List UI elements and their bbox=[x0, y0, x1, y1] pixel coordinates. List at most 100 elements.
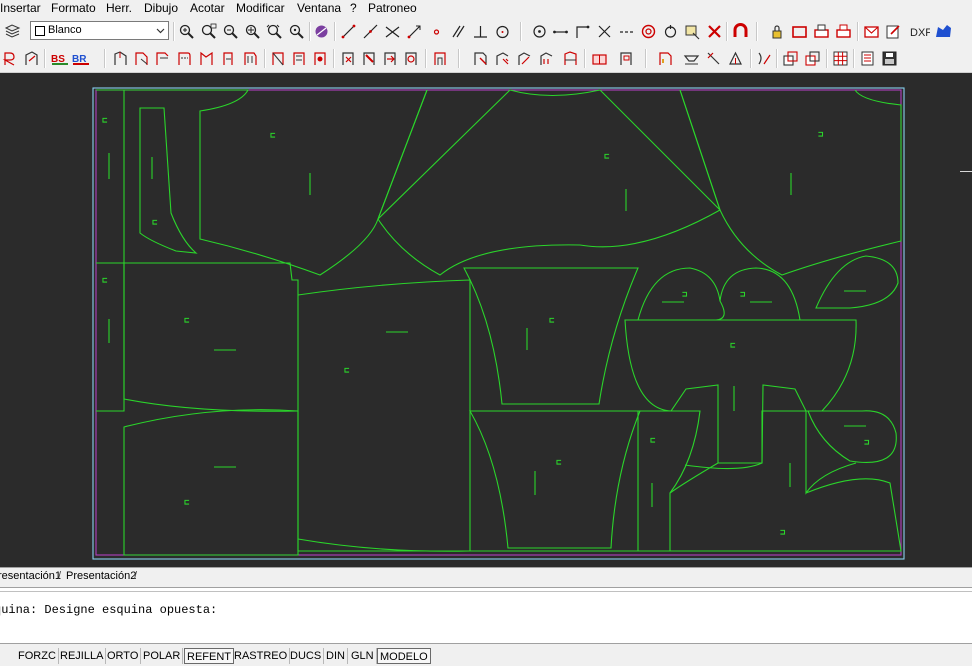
pleat-icon[interactable] bbox=[242, 50, 259, 67]
piece-rotate-icon[interactable] bbox=[403, 50, 420, 67]
menu-formato[interactable]: Formato bbox=[51, 1, 96, 16]
zoom-realtime-icon[interactable] bbox=[178, 23, 195, 40]
rotate-icon[interactable] bbox=[662, 23, 679, 40]
circle-three-point-icon[interactable] bbox=[494, 23, 511, 40]
pattern-piece-tab-b bbox=[716, 267, 801, 321]
status-refent[interactable]: REFENT bbox=[184, 648, 234, 664]
save-icon[interactable] bbox=[881, 50, 898, 67]
status-orto[interactable]: ORTO bbox=[105, 648, 142, 664]
arrange-icon[interactable] bbox=[756, 50, 773, 67]
seam-icon[interactable] bbox=[176, 50, 193, 67]
svg-text:⊏: ⊏ bbox=[184, 316, 189, 326]
svg-text:⊏: ⊏ bbox=[604, 152, 609, 162]
polyline-icon[interactable] bbox=[384, 23, 401, 40]
status-rastreo[interactable]: RASTREO bbox=[232, 648, 291, 664]
drawing-canvas[interactable]: ⊏ ⊏ ⊏ ⊏ ⊐ ⊏ ⊏ ⊏ ⊏ ⊐ ⊐ ⊏ ⊐ ⊏ ⊏ ⊏ ⊐ bbox=[0, 73, 972, 567]
status-polar[interactable]: POLAR bbox=[141, 648, 184, 664]
piece-create-icon[interactable] bbox=[112, 50, 129, 67]
rectangle-icon[interactable] bbox=[791, 23, 808, 40]
spline-icon[interactable] bbox=[406, 23, 423, 40]
pattern-piece-middle-line bbox=[96, 262, 299, 551]
point-icon[interactable] bbox=[428, 23, 445, 40]
menu-herramientas[interactable]: Herr. bbox=[106, 1, 132, 16]
piece-split-icon[interactable] bbox=[361, 50, 378, 67]
hatch-icon[interactable] bbox=[494, 50, 511, 67]
tab-presentacion1[interactable]: resentación1 bbox=[0, 569, 61, 584]
piece-icon[interactable] bbox=[935, 23, 952, 40]
status-rejilla[interactable]: REJILLA bbox=[58, 648, 107, 664]
intersection-icon[interactable] bbox=[596, 23, 613, 40]
cut-icon[interactable] bbox=[591, 50, 608, 67]
lock-icon[interactable] bbox=[770, 23, 787, 40]
align-icon[interactable] bbox=[705, 50, 722, 67]
export-icon[interactable] bbox=[885, 23, 902, 40]
piece-pick-icon[interactable] bbox=[657, 50, 674, 67]
magnet-icon[interactable] bbox=[732, 23, 749, 40]
layers-icon[interactable] bbox=[4, 22, 21, 39]
layer-dropdown[interactable]: Blanco bbox=[30, 21, 169, 40]
grid-icon[interactable] bbox=[832, 50, 849, 67]
piece-mirror-icon[interactable] bbox=[133, 50, 150, 67]
delete-icon[interactable] bbox=[706, 23, 723, 40]
grading-icon[interactable] bbox=[291, 50, 308, 67]
measure-icon[interactable] bbox=[312, 50, 329, 67]
status-gln[interactable]: GLN bbox=[349, 648, 377, 664]
grade-icon[interactable]: BS bbox=[51, 50, 70, 67]
line-icon[interactable] bbox=[340, 23, 357, 40]
center-icon[interactable] bbox=[531, 23, 548, 40]
menu-insertar[interactable]: Insertar bbox=[0, 1, 41, 16]
menu-ventana[interactable]: Ventana bbox=[297, 1, 341, 16]
zoom-center-icon[interactable] bbox=[288, 23, 305, 40]
command-window[interactable]: quina: Designe esquina opuesta: bbox=[0, 587, 972, 644]
status-forzc[interactable]: FORZC bbox=[16, 648, 59, 664]
plot-marker-icon[interactable] bbox=[618, 50, 635, 67]
fold-icon[interactable] bbox=[270, 50, 287, 67]
dashed-line-icon[interactable] bbox=[618, 23, 635, 40]
status-modelo[interactable]: MODELO bbox=[377, 648, 431, 664]
piece-grade-icon[interactable] bbox=[562, 50, 579, 67]
print-icon[interactable] bbox=[813, 23, 830, 40]
copy-pattern-icon[interactable] bbox=[23, 50, 40, 67]
label-icon[interactable] bbox=[538, 50, 555, 67]
render-icon[interactable] bbox=[313, 23, 330, 40]
tab-presentacion2[interactable]: Presentación2 bbox=[66, 569, 136, 584]
overlap-icon[interactable] bbox=[782, 50, 799, 67]
duplicate-icon[interactable] bbox=[804, 50, 821, 67]
menu-patroneo[interactable]: Patroneo bbox=[368, 1, 417, 16]
zoom-previous-icon[interactable] bbox=[222, 23, 239, 40]
zoom-window-icon[interactable] bbox=[200, 23, 217, 40]
move-icon[interactable] bbox=[684, 23, 701, 40]
zoom-extents-icon[interactable] bbox=[244, 23, 261, 40]
pattern-icon[interactable] bbox=[1, 50, 18, 67]
stack-icon[interactable] bbox=[683, 50, 700, 67]
parallel-icon[interactable] bbox=[450, 23, 467, 40]
list-icon[interactable] bbox=[859, 50, 876, 67]
flip-icon[interactable] bbox=[727, 50, 744, 67]
svg-text:⊏: ⊏ bbox=[344, 366, 349, 376]
corner-icon[interactable] bbox=[574, 23, 591, 40]
menu-dibujo[interactable]: Dibujo bbox=[144, 1, 178, 16]
dimension-icon[interactable] bbox=[552, 23, 569, 40]
dxf-icon[interactable]: DXF bbox=[910, 23, 930, 40]
target-icon[interactable] bbox=[640, 23, 657, 40]
grainline-icon[interactable] bbox=[516, 50, 533, 67]
dart-icon[interactable] bbox=[220, 50, 237, 67]
construction-line-icon[interactable] bbox=[362, 23, 379, 40]
menu-modificar[interactable]: Modificar bbox=[236, 1, 285, 16]
brand-icon[interactable]: BR bbox=[72, 50, 91, 67]
plot-icon[interactable] bbox=[835, 23, 852, 40]
zoom-all-icon[interactable] bbox=[266, 23, 283, 40]
piece-offset-icon[interactable] bbox=[154, 50, 171, 67]
menu-acotar[interactable]: Acotar bbox=[190, 1, 225, 16]
perpendicular-icon[interactable] bbox=[472, 23, 489, 40]
notch-icon[interactable] bbox=[198, 50, 215, 67]
status-ducs[interactable]: DUCS bbox=[288, 648, 325, 664]
piece-join-icon[interactable] bbox=[382, 50, 399, 67]
svg-text:⊐: ⊐ bbox=[780, 528, 786, 538]
marker-icon[interactable] bbox=[432, 50, 449, 67]
status-din[interactable]: DIN bbox=[324, 648, 348, 664]
piece-info-icon[interactable] bbox=[340, 50, 357, 67]
nest-icon[interactable] bbox=[472, 50, 489, 67]
menu-ayuda[interactable]: ? bbox=[350, 1, 357, 16]
mail-icon[interactable] bbox=[863, 23, 880, 40]
